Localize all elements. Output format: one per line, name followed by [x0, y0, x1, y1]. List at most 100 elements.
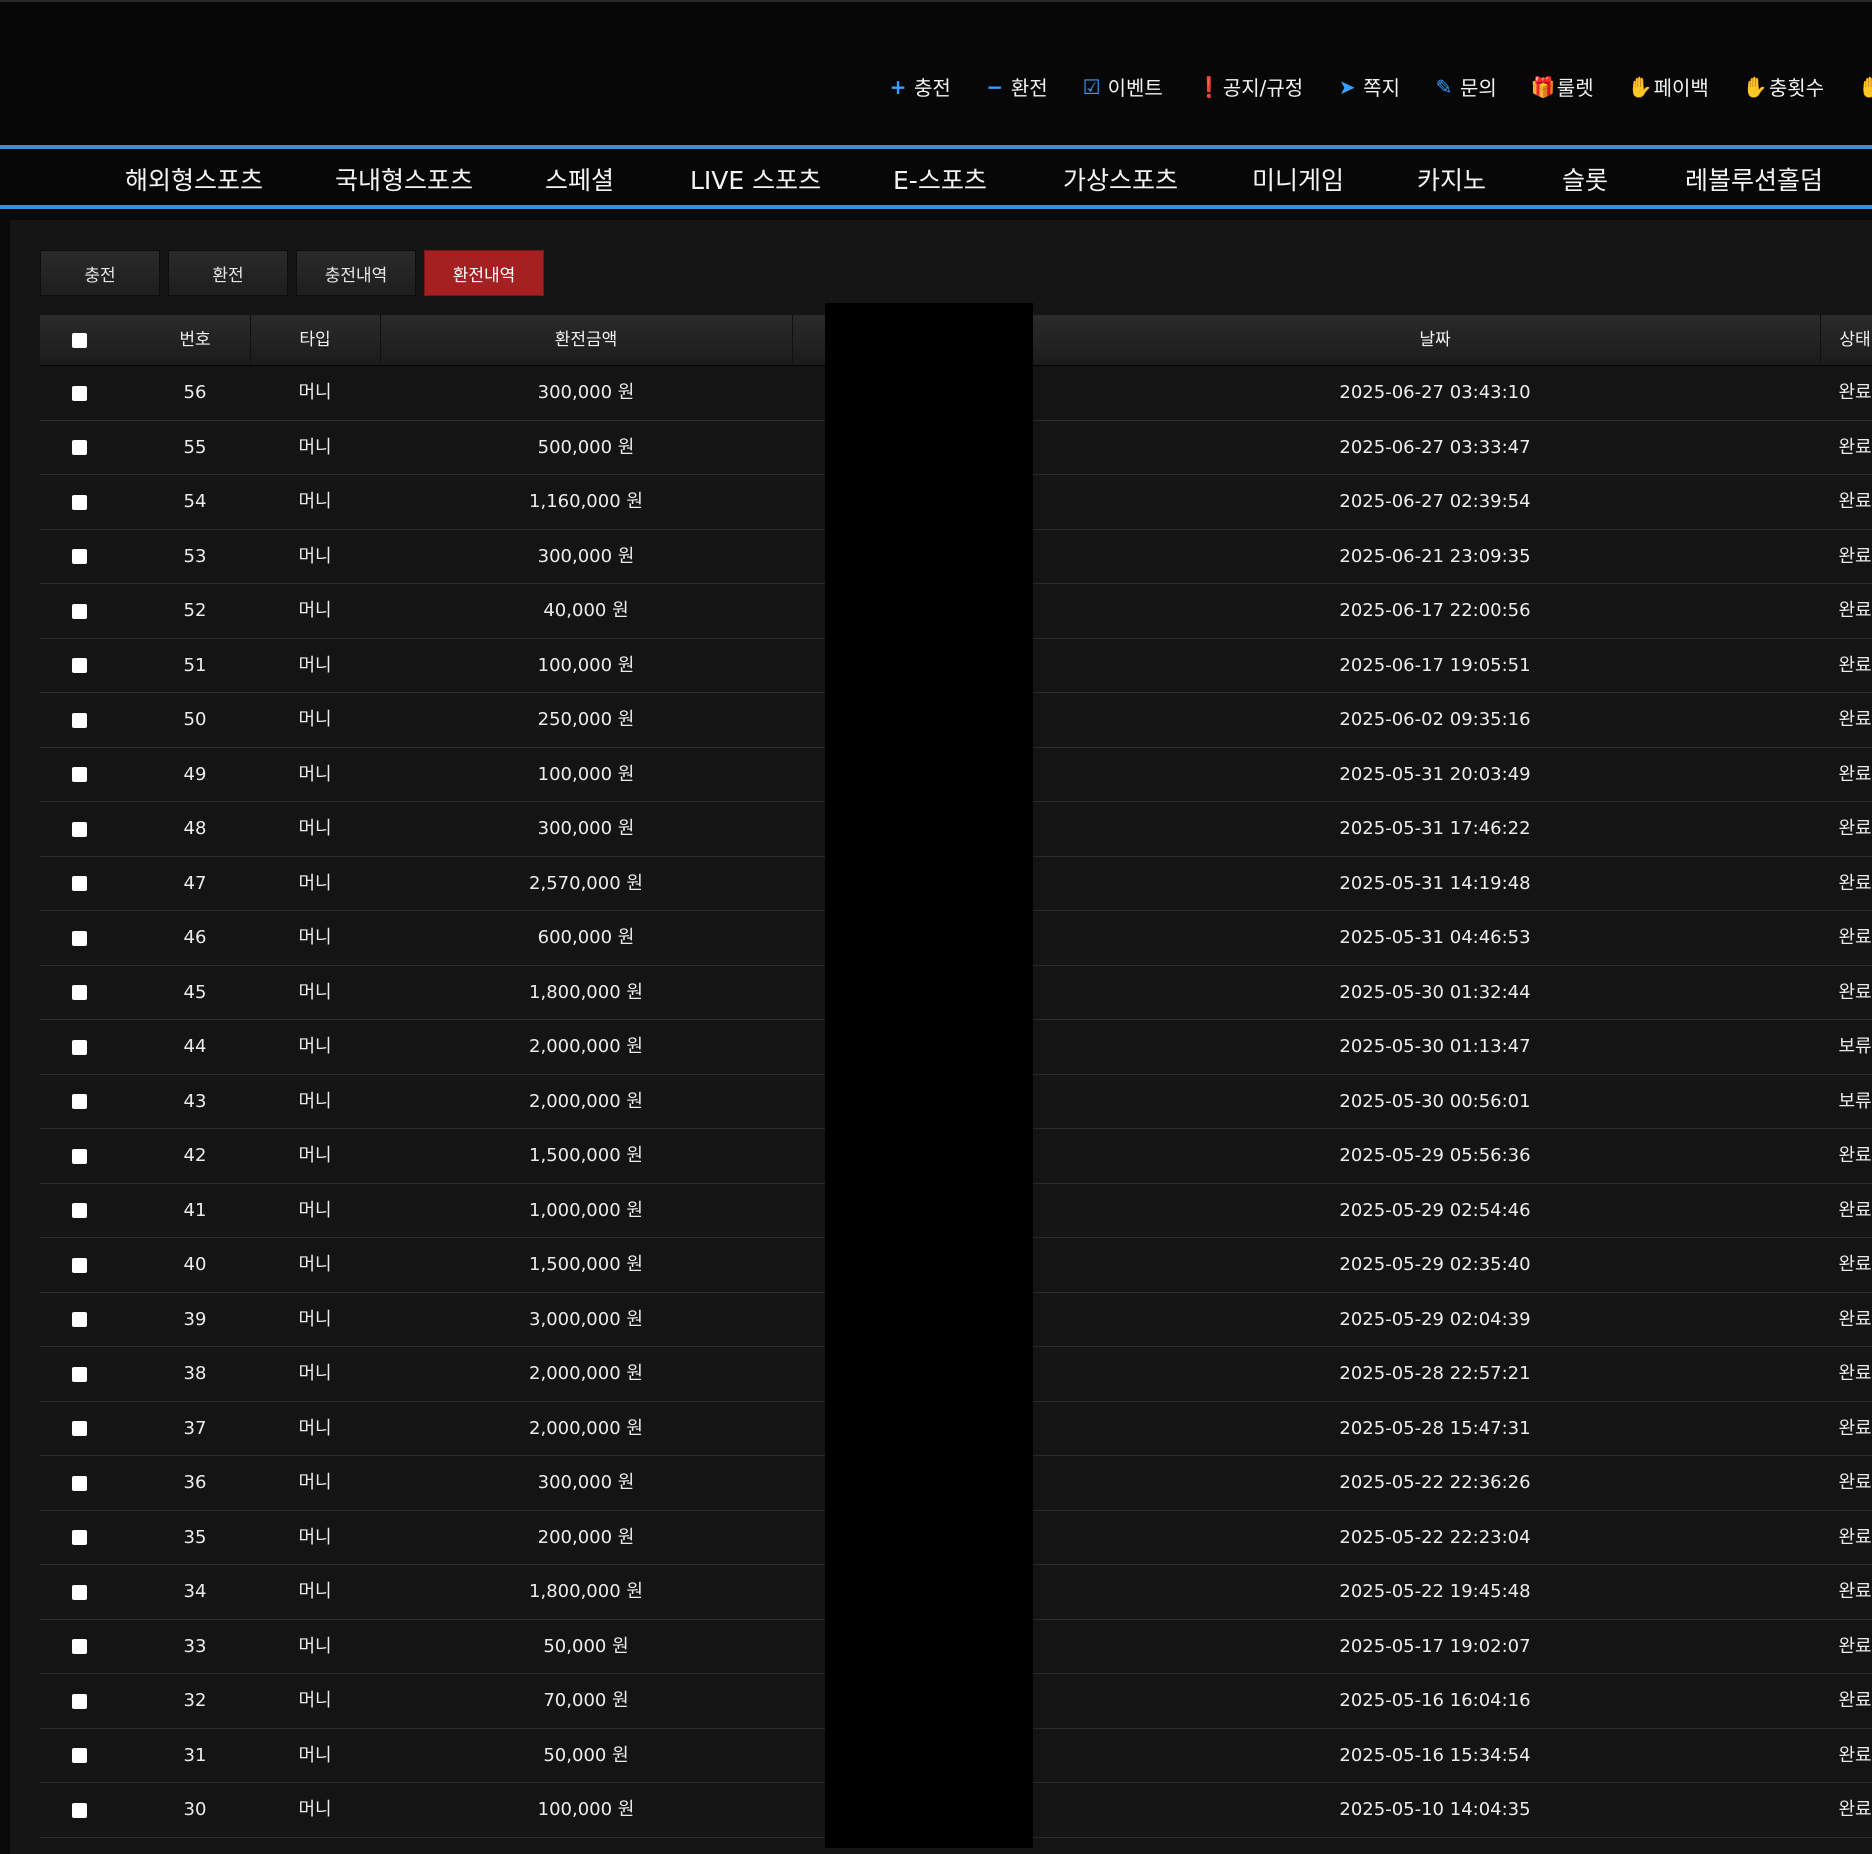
row-checkbox[interactable]	[71, 876, 87, 891]
quicklink-4[interactable]: ➤ 쪽지	[1337, 72, 1400, 101]
row-checkbox[interactable]	[71, 1475, 87, 1491]
tab-2[interactable]: 충전내역	[296, 250, 416, 296]
nav-item-3[interactable]: LIVE 스포츠	[690, 161, 821, 197]
row-date: 2025-05-31 04:46:53	[1339, 927, 1531, 948]
row-amount: 300,000 원	[537, 382, 635, 403]
row-select-cell	[60, 857, 98, 911]
row-checkbox[interactable]	[71, 658, 87, 673]
row-checkbox[interactable]	[71, 1748, 87, 1763]
nav-item-1[interactable]: 국내형스포츠	[335, 161, 473, 197]
row-date: 2025-05-29 05:56:36	[1339, 1145, 1531, 1166]
row-checkbox[interactable]	[71, 1421, 87, 1436]
quicklink-label: 공지/규정	[1222, 76, 1304, 100]
row-checkbox[interactable]	[71, 1094, 87, 1109]
row-amount: 300,000 원	[537, 545, 635, 567]
row-checkbox[interactable]	[71, 930, 87, 946]
nav-item-7[interactable]: 카지노	[1417, 161, 1486, 197]
row-type: 머니	[298, 818, 332, 839]
tab-1[interactable]: 환전	[168, 250, 288, 296]
nav-item-9[interactable]: 레볼루션홀덤	[1685, 161, 1823, 197]
quicklink-0[interactable]: + 충전	[888, 72, 951, 101]
row-amount: 2,000,000 원	[529, 1036, 643, 1057]
row-select-cell	[60, 1020, 98, 1074]
row-checkbox[interactable]	[71, 985, 87, 1000]
row-checkbox[interactable]	[71, 1203, 87, 1218]
quicklink-2[interactable]: ☑ 이벤트	[1082, 72, 1163, 101]
row-checkbox[interactable]	[71, 1148, 87, 1164]
row-no: 51	[183, 654, 207, 676]
row-checkbox[interactable]	[71, 1584, 87, 1600]
nav-item-2[interactable]: 스페셜	[545, 161, 614, 197]
row-checkbox[interactable]	[71, 603, 87, 619]
row-amount: 100,000 원	[537, 1799, 635, 1820]
row-no: 40	[183, 1254, 207, 1275]
row-status: 완료	[1838, 1308, 1872, 1330]
row-select-cell	[60, 1729, 98, 1783]
row-status: 완료	[1838, 709, 1872, 730]
quicklink-7[interactable]: ✋ 페이백	[1628, 72, 1709, 101]
row-date: 2025-05-31 20:03:49	[1339, 763, 1531, 785]
row-amount: 500,000 원	[537, 436, 635, 458]
row-amount: 250,000 원	[537, 709, 635, 730]
nav-item-4[interactable]: E-스포츠	[893, 161, 987, 197]
row-checkbox[interactable]	[71, 1366, 87, 1382]
row-checkbox[interactable]	[71, 1257, 87, 1273]
row-amount: 300,000 원	[537, 818, 635, 839]
row-no: 39	[183, 1308, 207, 1330]
quicklink-6[interactable]: 🎁 룰렛	[1531, 72, 1594, 101]
tab-0[interactable]: 충전	[40, 250, 160, 296]
row-select-cell	[60, 911, 98, 965]
row-amount: 3,000,000 원	[529, 1308, 643, 1330]
row-type: 머니	[298, 1308, 332, 1330]
row-status: 완료	[1838, 981, 1872, 1003]
row-type: 머니	[298, 1363, 332, 1384]
select-all-cell	[60, 315, 98, 365]
row-no: 46	[183, 927, 207, 948]
nav-item-0[interactable]: 해외형스포츠	[125, 161, 263, 197]
tab-bar: 충전 환전 충전내역 환전내역	[40, 250, 552, 296]
quicklink-9[interactable]: ✋충	[1858, 72, 1872, 101]
row-amount: 70,000 원	[543, 1690, 629, 1711]
row-checkbox[interactable]	[71, 385, 87, 401]
nav-item-8[interactable]: 슬롯	[1562, 161, 1608, 197]
row-amount: 100,000 원	[537, 654, 635, 676]
quicklink-label: 이벤트	[1107, 76, 1163, 100]
quicklink-5[interactable]: ✎ 문의	[1434, 72, 1497, 101]
select-all-checkbox[interactable]	[71, 332, 87, 348]
row-checkbox[interactable]	[71, 1639, 87, 1654]
row-checkbox[interactable]	[71, 494, 87, 510]
row-date: 2025-05-09 23:18:10	[1050, 1838, 1820, 1854]
row-checkbox[interactable]	[71, 821, 87, 837]
row-type: 머니	[298, 1744, 332, 1766]
row-checkbox[interactable]	[71, 440, 87, 455]
row-checkbox[interactable]	[71, 767, 87, 782]
row-checkbox[interactable]	[71, 1312, 87, 1327]
row-status: 보류	[1838, 1090, 1872, 1112]
quicklink-3[interactable]: ❗ 공지/규정	[1197, 72, 1303, 101]
row-checkbox[interactable]	[71, 549, 87, 564]
quicklink-8[interactable]: ✋ 충횟수	[1743, 72, 1824, 101]
quicklink-label: 문의	[1459, 76, 1497, 100]
row-select-cell	[60, 1456, 98, 1510]
row-type: 머니	[298, 1690, 332, 1711]
row-amount: 1,000,000 원	[529, 1199, 643, 1221]
row-checkbox[interactable]	[71, 1802, 87, 1818]
row-date: 2025-05-29 02:04:39	[1339, 1308, 1531, 1330]
quicklink-1[interactable]: − 환전	[985, 72, 1047, 101]
row-status: 완료	[1838, 1199, 1872, 1221]
row-checkbox[interactable]	[71, 1530, 87, 1545]
row-amount: 2,000,000 원	[529, 1363, 643, 1384]
row-checkbox[interactable]	[71, 1039, 87, 1055]
row-select-cell	[60, 1129, 98, 1183]
row-no: 38	[183, 1363, 207, 1384]
row-no: 43	[183, 1090, 207, 1112]
row-select-cell	[60, 639, 98, 693]
row-no: 55	[183, 436, 207, 458]
nav-item-5[interactable]: 가상스포츠	[1063, 161, 1178, 197]
row-no: 34	[183, 1581, 207, 1602]
row-checkbox[interactable]	[71, 1693, 87, 1709]
paper-plane-icon: ➤	[1338, 74, 1356, 99]
tab-3[interactable]: 환전내역	[424, 250, 544, 296]
row-checkbox[interactable]	[71, 712, 87, 728]
nav-item-6[interactable]: 미니게임	[1252, 161, 1344, 197]
